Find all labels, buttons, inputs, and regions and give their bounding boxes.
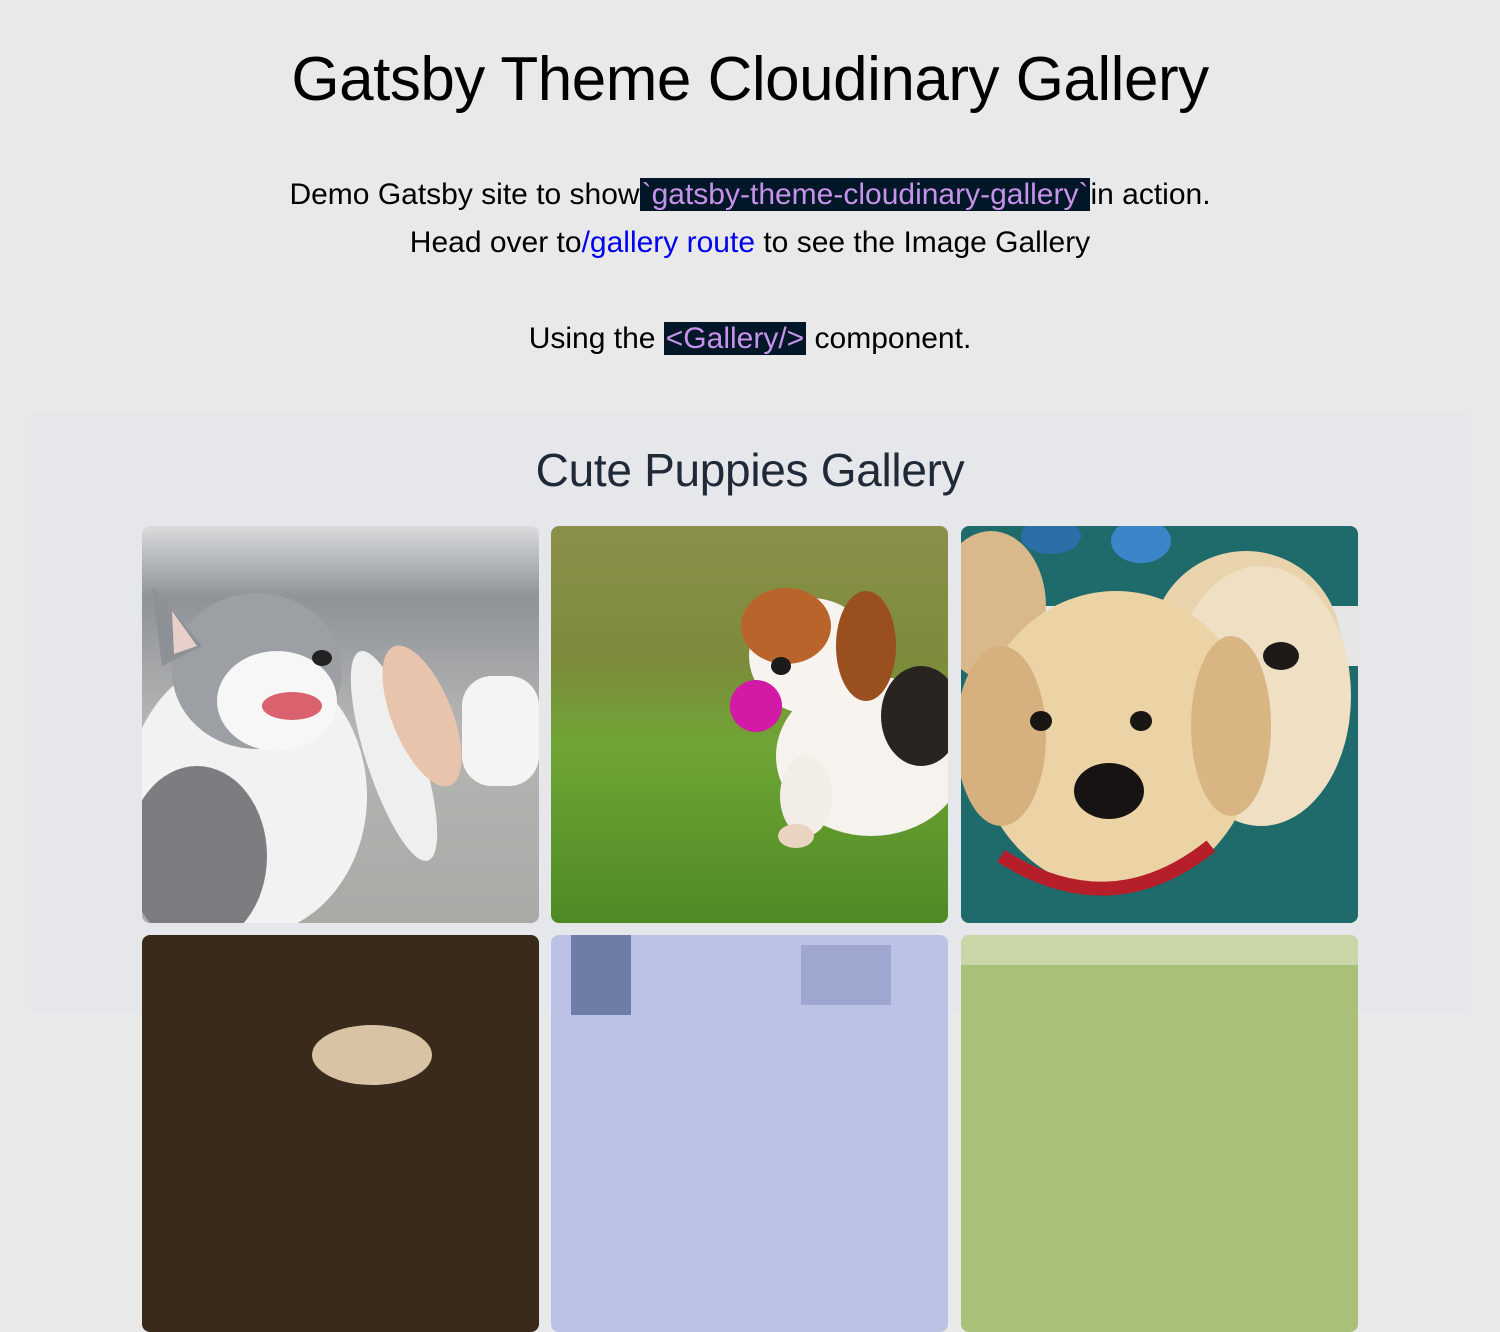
intro-line-3: Using the <Gallery/> component. — [0, 322, 1500, 356]
intro-text: component. — [806, 322, 972, 355]
intro-line-1: Demo Gatsby site to show`gatsby-theme-cl… — [0, 178, 1500, 212]
gallery-image-puppy-5[interactable] — [551, 935, 948, 1332]
intro-text: Head over to — [409, 226, 582, 259]
intro-text: Using the — [528, 322, 664, 355]
page-title: Gatsby Theme Cloudinary Gallery — [291, 45, 1209, 114]
gallery-component-code: <Gallery/> — [663, 322, 807, 355]
intro-text: to see the Image Gallery — [755, 226, 1091, 259]
theme-package-code: `gatsby-theme-cloudinary-gallery` — [639, 178, 1091, 211]
gallery-image-husky-puppy[interactable] — [142, 526, 539, 923]
gallery-image-beagle-puppy[interactable] — [551, 526, 948, 923]
gallery-route-link[interactable]: /gallery route — [582, 226, 755, 259]
intro-text: Demo Gatsby site to show — [289, 178, 640, 211]
intro-text: in action. — [1090, 178, 1211, 211]
intro-line-2: Head over to/gallery route to see the Im… — [0, 226, 1500, 260]
gallery-image-puppy-6[interactable] — [961, 935, 1358, 1332]
gallery-image-labrador-puppies[interactable] — [961, 526, 1358, 923]
gallery-title: Cute Puppies Gallery — [535, 444, 965, 496]
gallery-image-puppy-4[interactable] — [142, 935, 539, 1332]
